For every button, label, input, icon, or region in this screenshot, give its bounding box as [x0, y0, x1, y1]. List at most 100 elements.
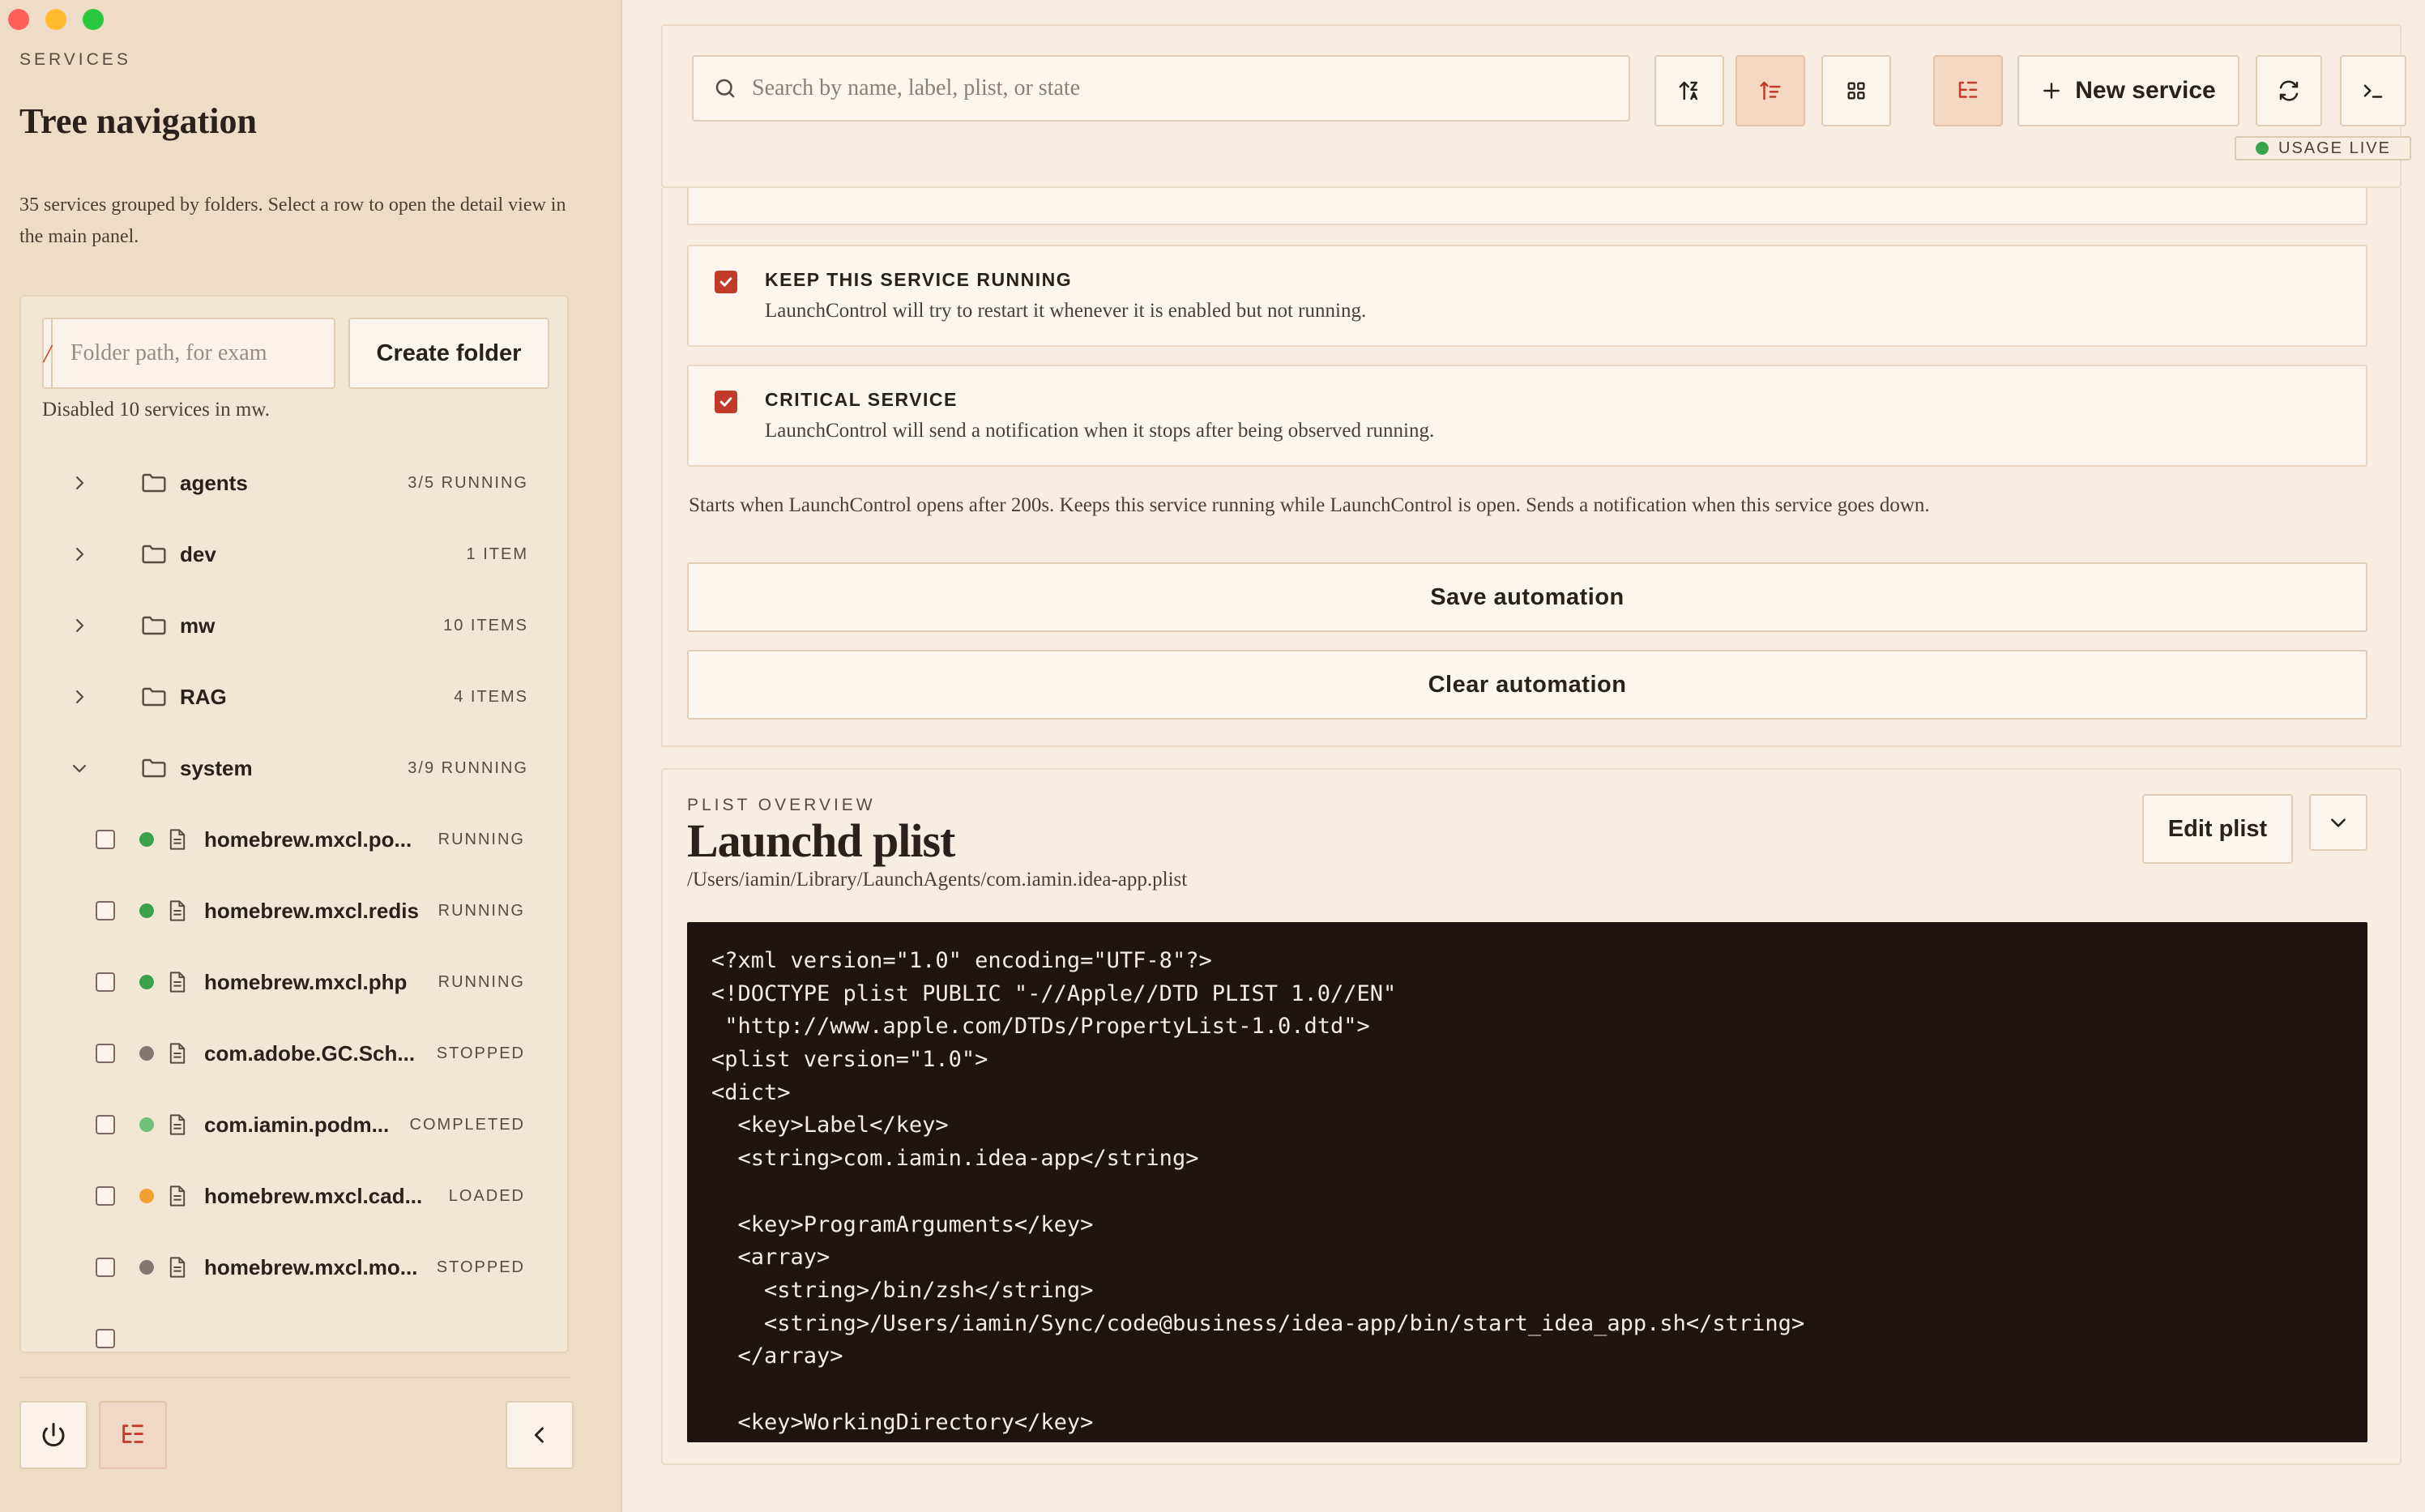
live-status-dot	[2256, 142, 2269, 155]
file-icon	[169, 1114, 186, 1135]
tree-folder-row[interactable]: RAG 4 ITEMS	[21, 661, 567, 733]
service-status-dot	[139, 1117, 154, 1132]
service-state: RUNNING	[438, 972, 525, 991]
plist-overview-panel: PLIST OVERVIEW Launchd plist /Users/iami…	[661, 768, 2402, 1465]
chevron-right-icon[interactable]	[70, 473, 89, 493]
service-state: COMPLETED	[409, 1115, 525, 1134]
service-name: homebrew.mxcl.mo...	[204, 1254, 418, 1279]
tree-view-icon	[1958, 81, 1978, 98]
service-select-checkbox[interactable]	[96, 830, 115, 849]
sidebar-eyebrow: SERVICES	[19, 50, 131, 69]
window-close-button[interactable]	[8, 9, 29, 30]
tree-panel: / Create folder Disabled 10 services in …	[19, 295, 569, 1353]
keep-running-option[interactable]: KEEP THIS SERVICE RUNNING LaunchControl …	[687, 245, 2367, 347]
service-state: RUNNING	[438, 830, 525, 848]
refresh-icon	[2279, 80, 2299, 101]
tree-service-row[interactable]: homebrew.mxcl.cad... LOADED	[21, 1160, 567, 1232]
power-button[interactable]	[19, 1401, 88, 1469]
service-status-dot	[139, 832, 154, 847]
file-icon	[169, 972, 186, 993]
tree-folder-row[interactable]: mw 10 ITEMS	[21, 590, 567, 661]
folder-name: dev	[180, 541, 216, 566]
tree-service-row[interactable]: homebrew.mxcl.redis RUNNING	[21, 875, 567, 946]
file-icon	[169, 829, 186, 850]
folder-path-field: /	[42, 318, 348, 389]
usage-live-label: USAGE LIVE	[2278, 139, 2391, 157]
tree-service-row[interactable]: homebrew.mxcl.mo... STOPPED	[21, 1232, 567, 1303]
chevron-right-icon[interactable]	[70, 687, 89, 707]
service-state: STOPPED	[436, 1044, 525, 1062]
file-icon	[169, 1257, 186, 1278]
tree-service-row[interactable]: com.iamin.podm... COMPLETED	[21, 1089, 567, 1160]
plist-expand-button[interactable]	[2309, 794, 2367, 851]
sort-order-button[interactable]	[1735, 55, 1805, 126]
search-input[interactable]	[737, 57, 1629, 120]
tree-folder-row[interactable]: agents 3/5 RUNNING	[21, 447, 567, 519]
tree-service-row[interactable]: homebrew.mxcl.po... RUNNING	[21, 804, 567, 875]
terminal-button[interactable]	[2340, 55, 2406, 126]
collapse-sidebar-button[interactable]	[506, 1401, 574, 1469]
file-icon	[169, 900, 186, 921]
code-line: "http://www.apple.com/DTDs/PropertyList-…	[711, 1014, 1370, 1040]
folder-count: 3/5 RUNNING	[408, 473, 528, 492]
critical-service-option[interactable]: CRITICAL SERVICE LaunchControl will send…	[687, 365, 2367, 467]
folder-count: 1 ITEM	[466, 545, 528, 563]
service-select-checkbox[interactable]	[96, 1258, 115, 1277]
service-select-checkbox[interactable]	[96, 1115, 115, 1134]
chevron-right-icon[interactable]	[70, 545, 89, 564]
power-icon	[42, 1423, 65, 1447]
service-name: homebrew.mxcl.cad...	[204, 1183, 423, 1208]
service-select-checkbox[interactable]	[96, 1044, 115, 1063]
clear-automation-button[interactable]: Clear automation	[687, 650, 2367, 720]
service-select-checkbox[interactable]	[96, 972, 115, 992]
sort-filter-icon	[1760, 81, 1781, 100]
grid-view-button[interactable]	[1821, 55, 1891, 126]
checkmark-icon	[719, 397, 732, 407]
folder-icon	[142, 616, 166, 635]
service-select-checkbox[interactable]	[96, 1329, 115, 1348]
folder-path-input[interactable]	[52, 319, 348, 387]
tree-service-row[interactable]	[21, 1303, 567, 1352]
checkmark-icon	[719, 277, 732, 287]
main-panel: New service USAGE LIVE KEEP THIS SERVICE…	[624, 0, 2425, 1512]
service-select-checkbox[interactable]	[96, 901, 115, 920]
new-service-button[interactable]: New service	[2017, 55, 2239, 126]
keep-running-checkbox[interactable]	[715, 271, 737, 293]
tree-folder-row[interactable]: system 3/9 RUNNING	[21, 733, 567, 804]
chevron-down-icon[interactable]	[70, 758, 89, 778]
status-message: Disabled 10 services in mw.	[42, 399, 270, 421]
plist-eyebrow: PLIST OVERVIEW	[687, 796, 876, 814]
code-line: <string>/Users/iamin/Sync/code@business/…	[711, 1310, 1805, 1336]
folder-count: 4 ITEMS	[454, 687, 528, 706]
refresh-button[interactable]	[2256, 55, 2322, 126]
chevron-right-icon[interactable]	[70, 616, 89, 635]
tree-view-toggle[interactable]	[99, 1401, 167, 1469]
option-title: CRITICAL SERVICE	[765, 389, 958, 410]
sort-alpha-button[interactable]	[1654, 55, 1724, 126]
save-automation-button[interactable]: Save automation	[687, 562, 2367, 632]
critical-service-checkbox[interactable]	[715, 391, 737, 413]
tree-service-row[interactable]: com.adobe.GC.Sch... STOPPED	[21, 1018, 567, 1089]
tree-view-button[interactable]	[1933, 55, 2003, 126]
service-status-dot	[139, 1046, 154, 1061]
window-zoom-button[interactable]	[83, 9, 104, 30]
service-name: com.iamin.podm...	[204, 1112, 390, 1137]
code-line: <key>Label</key>	[711, 1113, 949, 1138]
code-line: <string>com.iamin.idea-app</string>	[711, 1146, 1199, 1172]
edit-plist-button[interactable]: Edit plist	[2142, 794, 2293, 864]
tree-folder-row[interactable]: dev 1 ITEM	[21, 519, 567, 590]
toolbar: New service USAGE LIVE	[661, 24, 2411, 188]
automation-previous-section	[687, 188, 2367, 225]
tree-service-row[interactable]: homebrew.mxcl.php RUNNING	[21, 946, 567, 1018]
create-folder-button[interactable]: Create folder	[348, 318, 549, 389]
code-line: </array>	[711, 1343, 843, 1369]
plist-code-block: <?xml version="1.0" encoding="UTF-8"?> <!…	[687, 922, 2367, 1442]
sidebar-title: Tree navigation	[19, 101, 257, 141]
sort-alpha-icon	[1679, 81, 1697, 100]
code-line: <array>	[711, 1245, 830, 1271]
service-select-checkbox[interactable]	[96, 1186, 115, 1206]
code-line: <?xml version="1.0" encoding="UTF-8"?>	[711, 948, 1212, 973]
window-minimize-button[interactable]	[45, 9, 66, 30]
